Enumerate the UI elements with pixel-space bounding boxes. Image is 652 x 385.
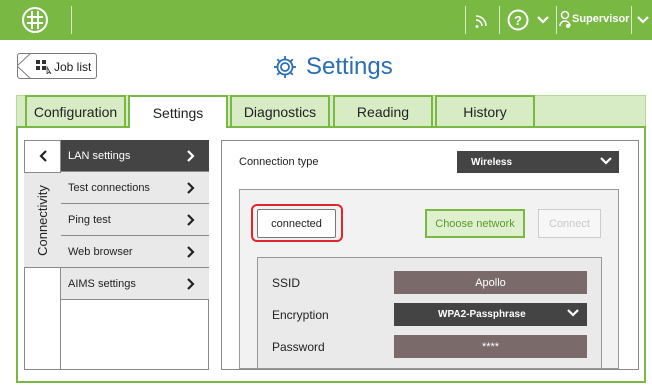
chevron-down-icon[interactable] [635,8,651,32]
sidebar-item-test-connections[interactable]: Test connections [61,172,209,204]
tab-label: Configuration [33,103,118,120]
password-label: Password [272,340,325,354]
connectivity-back-button[interactable] [24,140,61,173]
encryption-select[interactable]: WPA2-Passphrase [394,303,587,326]
topbar-divider [556,6,557,34]
tab-diagnostics[interactable]: Diagnostics [230,95,330,126]
sidebar-item-label: LAN settings [68,149,131,162]
tab-configuration[interactable]: Configuration [25,95,126,126]
tab-label: History [463,103,507,120]
tab-label: Settings [152,104,204,121]
globe-logo-icon [22,7,48,33]
page-title: Settings [272,50,393,84]
connection-type-label: Connection type [239,156,319,168]
back-arrow-icon [17,53,31,79]
page-title-text: Settings [306,53,393,80]
sidebar-item-label: Ping test [68,213,111,226]
chevron-down-icon [567,309,579,317]
help-icon[interactable]: ? [505,8,531,32]
sidebar-item-label: AIMS settings [68,277,136,290]
ssid-field[interactable]: Apollo [394,271,587,294]
topbar-divider [465,6,466,34]
connect-button[interactable]: Connect [538,209,601,238]
encryption-value: WPA2-Passphrase [438,309,526,320]
tab-label: Diagnostics [243,103,317,120]
connection-type-select[interactable]: Wireless [457,151,619,173]
topbar-divider [631,6,632,34]
sidebar-item-label: Test connections [68,181,150,194]
sidebar-item-aims-settings[interactable]: AIMS settings [61,268,209,300]
connectivity-group-label: Connectivity [24,173,61,268]
tab-history[interactable]: History [435,95,535,126]
topbar-divider [71,6,72,34]
tab-label: Reading [356,103,410,120]
user-key-icon [559,8,571,32]
ssid-label: SSID [272,276,301,290]
user-role-label: Supervisor [572,13,630,25]
password-field[interactable]: **** [394,335,587,358]
sidebar-item-lan-settings[interactable]: LAN settings [61,140,209,172]
job-list-icon [36,60,52,74]
chevron-down-icon [600,157,612,165]
topbar-divider [499,6,500,34]
encryption-label: Encryption [272,308,329,322]
tab-settings[interactable]: Settings [128,95,228,128]
status-highlight-ring [251,204,343,242]
chevron-right-icon [187,213,195,226]
connection-type-value: Wireless [471,156,513,168]
chevron-right-icon [187,149,195,162]
choose-network-button[interactable]: Choose network [425,209,525,238]
connectivity-label-text: Connectivity [35,184,50,256]
chevron-left-icon [38,150,47,162]
gear-icon [274,56,296,78]
chevron-right-icon [187,277,195,290]
job-list-back-button[interactable]: Job list [17,53,97,79]
wifi-signal-icon [472,8,492,32]
sidebar-item-web-browser[interactable]: Web browser [61,236,209,268]
chevron-down-icon[interactable] [535,8,551,32]
ssid-value: Apollo [475,276,506,289]
connect-label: Connect [549,217,590,230]
back-button-label: Job list [54,60,92,74]
sidebar-item-label: Web browser [68,245,133,258]
chevron-right-icon [187,181,195,194]
tab-reading[interactable]: Reading [333,95,433,126]
password-value: **** [481,340,500,353]
choose-network-label: Choose network [435,217,515,230]
svg-text:?: ? [514,13,522,28]
top-bar: ? Supervisor [0,0,652,40]
chevron-right-icon [187,245,195,258]
sidebar-item-ping-test[interactable]: Ping test [61,204,209,236]
